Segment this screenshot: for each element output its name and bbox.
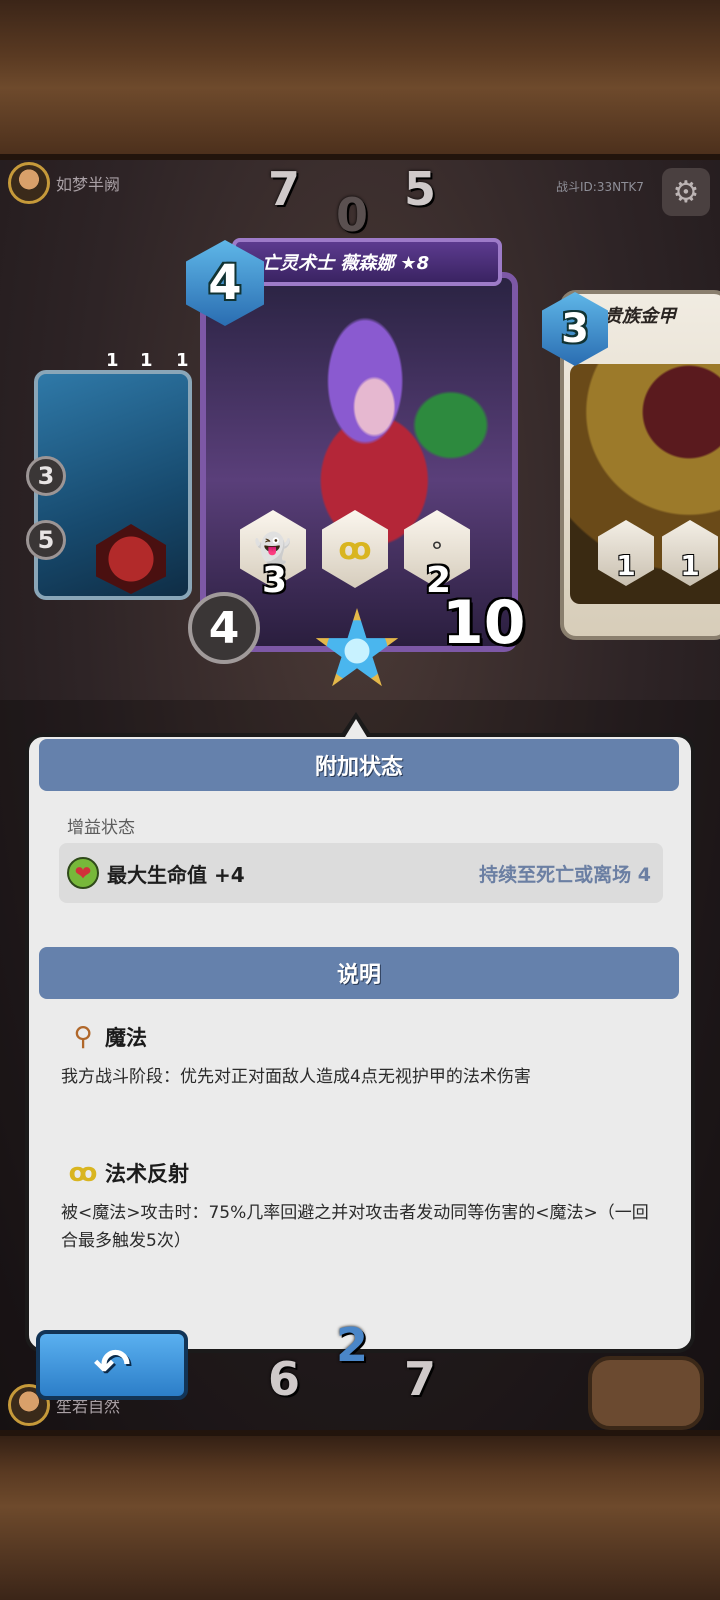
info-popup: 附加状态 增益状态 ❤ 最大生命值 +4 持续至死亡或离场 4 说明 ⚲ 魔法 … [25, 733, 695, 1353]
board-top-left-value: 7 [268, 162, 301, 216]
top-player-avatar [8, 162, 50, 204]
status-header: 附加状态 [39, 739, 679, 791]
top-wood-frame [0, 0, 720, 160]
left-card-magic-stat: 5 [26, 520, 66, 560]
board-bottom-right-value: 7 [404, 1352, 437, 1406]
action-slot[interactable] [588, 1356, 704, 1430]
board-top-center-value: 0 [336, 188, 369, 242]
magic-wand-icon: ⚲ [73, 1022, 93, 1052]
ability-title-magic: ⚲ 魔法 [67, 1021, 147, 1053]
heart-icon: ❤ [67, 857, 99, 889]
ability-desc-spell-reflect: 被<魔法>攻击时：75%几率回避之并对攻击者发动同等伤害的<魔法>（一回合最多触… [61, 1203, 649, 1251]
buff-row: ❤ 最大生命值 +4 持续至死亡或离场 4 [59, 843, 663, 903]
board-top-right-value: 5 [404, 162, 437, 216]
main-card-name: 亡灵术士 薇森娜 ★8 [232, 238, 502, 286]
buff-duration: 持续至死亡或离场 4 [479, 863, 651, 886]
left-card-stat-2: 1 [140, 350, 153, 371]
main-card-attack: 4 [188, 592, 260, 664]
main-card-hp: 10 [442, 588, 526, 658]
bottom-wood-frame [0, 1430, 720, 1600]
back-arrow-icon: ↶ [93, 1339, 131, 1391]
monster-emblem-icon [96, 524, 166, 594]
left-card-heal-stat: 3 [26, 456, 66, 496]
top-player-name: 如梦半阙 [56, 175, 121, 194]
buff-section-label: 增益状态 [67, 818, 135, 838]
popup-pointer-inner [345, 719, 367, 737]
ghost-ability-value: 3 [262, 560, 288, 601]
board-bottom-left-value: 6 [268, 1352, 301, 1406]
back-button[interactable]: ↶ [36, 1330, 188, 1400]
board-bottom-center-value: 2 [336, 1318, 369, 1372]
left-card-stat-3: 1 [176, 350, 189, 371]
buff-name: 最大生命值 +4 [107, 862, 245, 887]
ability-desc-magic: 我方战斗阶段：优先对正对面敌人造成4点无视护甲的法术伤害 [61, 1067, 531, 1087]
ability-title-spell-reflect: ꝏ 法术反射 [68, 1158, 189, 1188]
top-player: 如梦半阙 [8, 162, 120, 204]
settings-gear-icon[interactable]: ⚙ [662, 168, 710, 216]
left-card-stat-1: 1 [106, 350, 119, 371]
description-header: 说明 [39, 947, 679, 999]
right-card-name: 贵族金甲 [604, 306, 676, 327]
spell-reflect-icon: ꝏ [68, 1158, 98, 1188]
battle-id: 战斗ID:33NTK7 [556, 180, 644, 194]
